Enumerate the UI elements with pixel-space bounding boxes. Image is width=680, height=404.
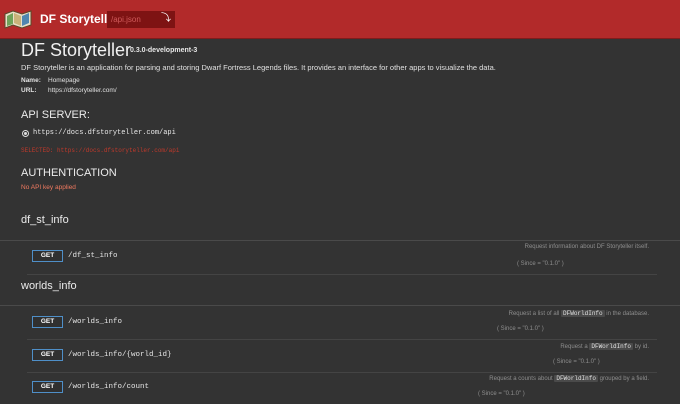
get-method-badge[interactable]: GET [32,250,63,262]
api-server-heading: API SERVER: [21,109,90,121]
operation-path[interactable]: /worlds_info/{world_id} [68,351,172,359]
authentication-heading: AUTHENTICATION [21,167,117,179]
operation-row[interactable]: GET /df_st_info Request information abou… [27,241,657,275]
operation-row[interactable]: GET /worlds_info/{world_id} Request a DF… [27,340,657,373]
type-code: DFWorldInfo [554,375,598,382]
operation-path[interactable]: /worlds_info/count [68,383,149,391]
get-method-badge[interactable]: GET [32,349,63,361]
get-method-badge[interactable]: GET [32,316,63,328]
desc-text: Request information about DF Storyteller… [524,244,649,250]
name-value[interactable]: Homepage [48,77,80,84]
operation-description: Request a DFWorldInfo by id. [560,343,649,350]
type-code: DFWorldInfo [589,343,633,350]
auth-status-message: No API key applied [21,184,76,191]
operation-description: Request a list of all DFWorldInfo in the… [509,310,649,317]
top-bar: DF Storyteller ⤵ [0,0,680,39]
server-radio[interactable] [22,130,29,137]
url-link[interactable]: https://dfstoryteller.com/ [48,87,117,94]
operation-description: Request a counts about DFWorldInfo group… [489,375,649,382]
desc-text: Request a list of all [508,311,560,317]
contact-url-row: URL: https://dfstoryteller.com/ [21,87,117,94]
operation-since: ( Since = "0.1.0" ) [478,391,525,397]
enter-icon[interactable]: ⤵ [160,12,172,26]
get-method-badge[interactable]: GET [32,381,63,393]
operation-since: ( Since = "0.1.0" ) [553,359,600,365]
operation-since: ( Since = "0.1.0" ) [517,261,564,267]
operation-row[interactable]: GET /worlds_info/count Request a counts … [27,373,657,404]
operation-since: ( Since = "0.1.0" ) [497,326,544,332]
url-label: URL: [21,87,37,94]
map-logo-icon[interactable] [3,8,33,30]
tag-header-df-st-info[interactable]: df_st_info [21,214,69,226]
operation-row[interactable]: GET /worlds_info Request a list of all D… [27,306,657,340]
desc-text: grouped by a field. [599,376,649,382]
selected-server-text: SELECTED: https://docs.dfstoryteller.com… [21,147,180,154]
version-badge: 0.3.0-development-3 [130,47,198,54]
name-label: Name: [21,77,41,84]
tag-header-worlds-info[interactable]: worlds_info [21,280,77,292]
desc-text: Request a [560,344,588,350]
desc-text: in the database. [606,311,649,317]
desc-text: by id. [634,344,649,350]
page-title: DF Storyteller [21,40,132,60]
server-option-label[interactable]: https://docs.dfstoryteller.com/api [33,129,176,137]
operation-path[interactable]: /df_st_info [68,252,118,260]
operation-description: Request information about DF Storyteller… [525,244,649,250]
contact-name-row: Name: Homepage [21,77,80,84]
api-description: DF Storyteller is an application for par… [21,63,496,72]
desc-text: Request a counts about [489,376,553,382]
operation-path[interactable]: /worlds_info [68,318,122,326]
type-code: DFWorldInfo [561,310,605,317]
